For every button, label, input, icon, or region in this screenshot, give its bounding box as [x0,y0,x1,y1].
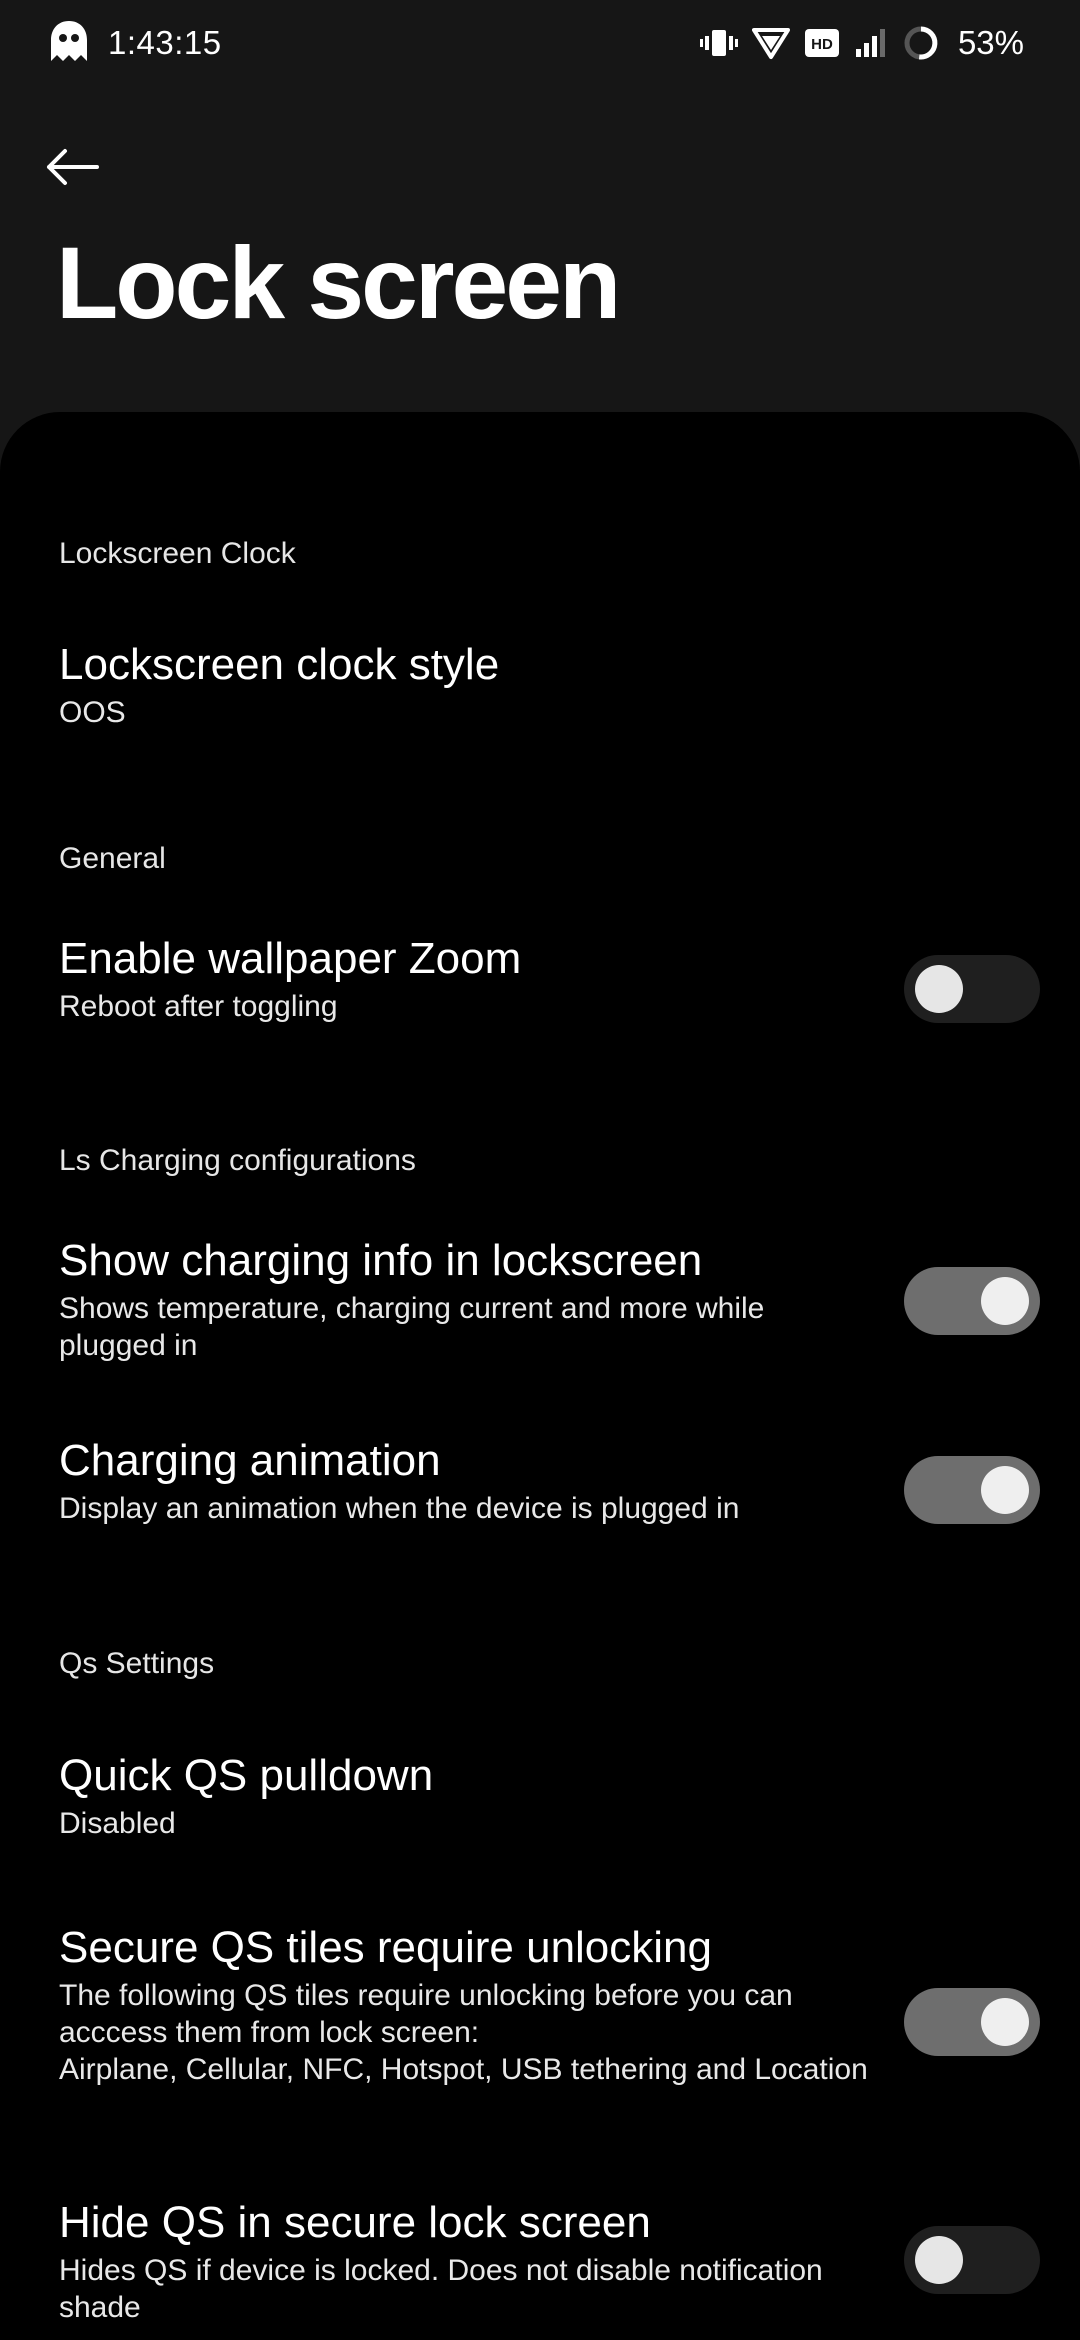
section-header-general: General [59,842,166,875]
toggle-hide-qs-secure[interactable] [904,2226,1040,2294]
pref-show-charging-info[interactable]: Show charging info in lockscreen Shows t… [59,1234,879,1364]
arrow-left-icon [47,149,99,185]
status-right: HD 53% [699,24,1024,62]
pref-title: Hide QS in secure lock screen [59,2198,651,2247]
pref-summary: Reboot after toggling [59,990,338,1023]
toggle-thumb [915,965,963,1013]
pref-title: Secure QS tiles require unlocking [59,1923,712,1972]
pref-title: Show charging info in lockscreen [59,1236,703,1285]
toggle-thumb [915,2236,963,2284]
pref-summary-line: Airplane, Cellular, NFC, Hotspot, USB te… [59,2053,868,2086]
pref-hide-qs-secure[interactable]: Hide QS in secure lock screen Hides QS i… [59,2196,879,2326]
pref-summary-line: The following QS tiles require unlocking… [59,1979,793,2049]
pref-title: Lockscreen clock style [59,640,500,689]
pref-title: Enable wallpaper Zoom [59,934,522,983]
section-header-ls-charging: Ls Charging configurations [59,1144,416,1177]
pref-title: Charging animation [59,1436,441,1485]
toggle-secure-qs-tiles[interactable] [904,1988,1040,2056]
signal-icon [854,27,888,59]
status-time: 1:43:15 [108,24,222,61]
toggle-charging-info[interactable] [904,1267,1040,1335]
back-button[interactable] [40,135,104,199]
section-header-qs-settings: Qs Settings [59,1647,215,1680]
status-left: 1:43:15 [48,19,222,68]
battery-ring-icon [902,24,940,62]
vibrate-icon [699,27,738,59]
status-bar: 1:43:15 HD 53% [0,0,1080,86]
pref-summary: Hides QS if device is locked. Does not d… [59,2254,823,2324]
pref-secure-qs-tiles[interactable]: Secure QS tiles require unlocking The fo… [59,1921,879,2088]
toggle-charging-animation[interactable] [904,1456,1040,1524]
toggle-thumb [981,1277,1029,1325]
hd-icon: HD [804,27,840,59]
svg-text:HD: HD [811,36,833,53]
toggle-thumb [981,1466,1029,1514]
section-header-lockscreen-clock: Lockscreen Clock [59,537,296,570]
pref-summary: The following QS tiles require unlocking… [59,1977,879,2088]
pref-summary: Disabled [59,1807,176,1840]
pref-summary: OOS [59,696,126,729]
pref-charging-animation[interactable]: Charging animation Display an animation … [59,1434,879,1527]
toggle-thumb [981,1998,1029,2046]
pref-summary: Shows temperature, charging current and … [59,1292,765,1362]
toggle-wallpaper-zoom[interactable] [904,955,1040,1023]
pref-lockscreen-clock-style[interactable]: Lockscreen clock style OOS [59,638,879,731]
pref-title: Quick QS pulldown [59,1751,434,1800]
battery-percentage: 53% [957,24,1024,61]
pref-quick-qs-pulldown[interactable]: Quick QS pulldown Disabled [59,1749,879,1842]
pref-summary: Display an animation when the device is … [59,1492,740,1525]
page-title: Lock screen [56,226,621,340]
ghost-icon [48,19,90,68]
pref-enable-wallpaper-zoom[interactable]: Enable wallpaper Zoom Reboot after toggl… [59,932,879,1025]
wifi-icon [751,26,790,60]
